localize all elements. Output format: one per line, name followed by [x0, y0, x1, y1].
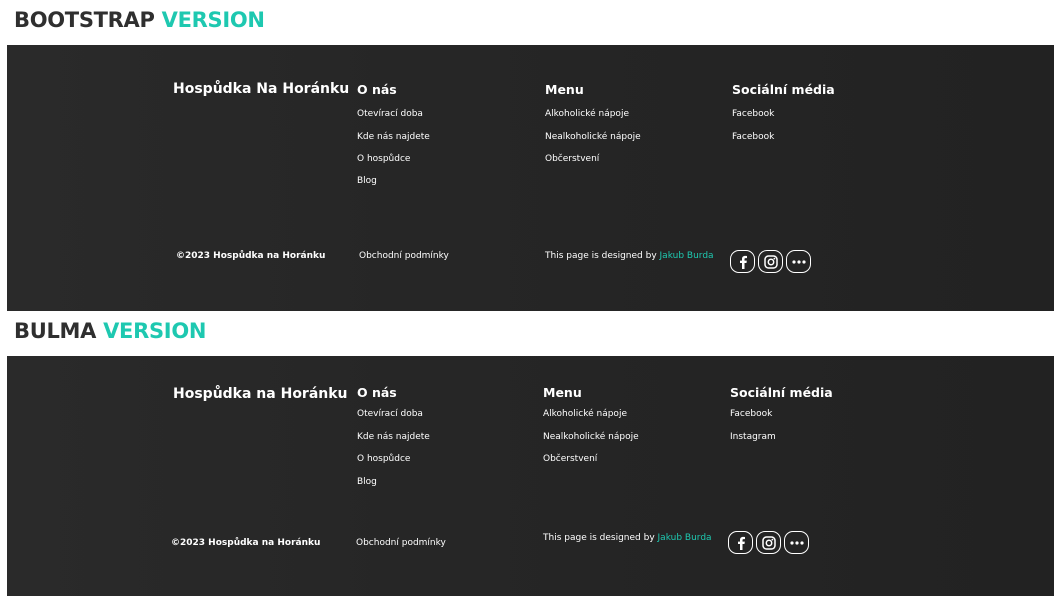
social-column-title: Sociální média	[732, 82, 835, 97]
terms-link[interactable]: Obchodní podmínky	[356, 538, 446, 548]
link-alcoholic-drinks[interactable]: Alkoholické nápoje	[543, 409, 627, 419]
heading-accent: VERSION	[161, 8, 265, 32]
terms-link[interactable]: Obchodní podmínky	[359, 251, 449, 261]
link-about-pub[interactable]: O hospůdce	[357, 454, 410, 464]
menu-column-title: Menu	[543, 385, 582, 400]
instagram-button[interactable]	[756, 531, 781, 554]
more-button[interactable]	[786, 250, 811, 273]
link-soft-drinks[interactable]: Nealkoholické nápoje	[545, 132, 641, 142]
facebook-button[interactable]	[730, 250, 755, 273]
link-find-us[interactable]: Kde nás najdete	[357, 432, 430, 442]
instagram-icon	[763, 254, 778, 269]
link-facebook-2[interactable]: Facebook	[732, 132, 774, 142]
link-snacks[interactable]: Občerstvení	[545, 154, 599, 164]
bootstrap-section-heading: BOOTSTRAP VERSION	[14, 8, 265, 32]
link-blog[interactable]: Blog	[357, 477, 377, 487]
footer-brand: Hospůdka na Horánku	[173, 386, 348, 402]
copyright-text: ©2023 Hospůdka na Horánku	[176, 251, 326, 261]
heading-accent: VERSION	[103, 319, 207, 343]
social-buttons	[730, 250, 811, 273]
bulma-footer: Hospůdka na Horánku O nás Otevírací doba…	[7, 356, 1054, 596]
link-facebook[interactable]: Facebook	[730, 409, 772, 419]
link-about-pub[interactable]: O hospůdce	[357, 154, 410, 164]
about-column-title: O nás	[357, 82, 397, 97]
heading-main: BULMA	[14, 319, 97, 343]
facebook-icon	[737, 536, 745, 550]
more-icon	[789, 540, 804, 545]
designed-by-label: This page is designed by	[543, 533, 655, 543]
designed-by-text: This page is designed by Jakub Burda	[545, 251, 714, 261]
footer-brand: Hospůdka Na Horánku	[173, 81, 350, 97]
more-button[interactable]	[784, 531, 809, 554]
link-facebook[interactable]: Facebook	[732, 109, 774, 119]
link-blog[interactable]: Blog	[357, 176, 377, 186]
link-instagram[interactable]: Instagram	[730, 432, 776, 442]
link-alcoholic-drinks[interactable]: Alkoholické nápoje	[545, 109, 629, 119]
social-buttons	[728, 531, 809, 554]
more-icon	[791, 259, 806, 264]
link-opening-hours[interactable]: Otevírací doba	[357, 409, 423, 419]
facebook-icon	[739, 255, 747, 269]
heading-main: BOOTSTRAP	[14, 8, 155, 32]
author-link[interactable]: Jakub Burda	[660, 251, 714, 261]
instagram-button[interactable]	[758, 250, 783, 273]
copyright-text: ©2023 Hospůdka na Horánku	[171, 538, 321, 548]
link-find-us[interactable]: Kde nás najdete	[357, 132, 430, 142]
facebook-button[interactable]	[728, 531, 753, 554]
link-soft-drinks[interactable]: Nealkoholické nápoje	[543, 432, 639, 442]
instagram-icon	[761, 535, 776, 550]
social-column-title: Sociální média	[730, 385, 833, 400]
author-link[interactable]: Jakub Burda	[658, 533, 712, 543]
designed-by-label: This page is designed by	[545, 251, 657, 261]
link-opening-hours[interactable]: Otevírací doba	[357, 109, 423, 119]
bootstrap-footer: Hospůdka Na Horánku O nás Otevírací doba…	[7, 45, 1054, 311]
link-snacks[interactable]: Občerstvení	[543, 454, 597, 464]
menu-column-title: Menu	[545, 82, 584, 97]
designed-by-text: This page is designed by Jakub Burda	[543, 533, 712, 543]
bulma-section-heading: BULMA VERSION	[14, 319, 206, 343]
about-column-title: O nás	[357, 385, 397, 400]
